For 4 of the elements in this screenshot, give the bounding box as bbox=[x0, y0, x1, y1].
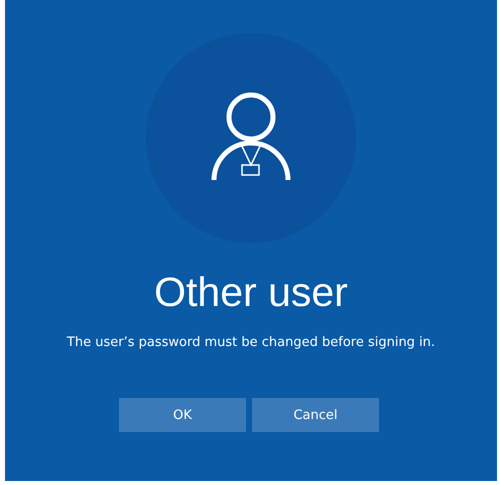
password-message: The user’s password must be changed before signing in. bbox=[66, 334, 436, 352]
cancel-button[interactable]: Cancel bbox=[252, 398, 379, 432]
user-name: Other user bbox=[154, 268, 348, 316]
ok-button[interactable]: OK bbox=[119, 398, 246, 432]
